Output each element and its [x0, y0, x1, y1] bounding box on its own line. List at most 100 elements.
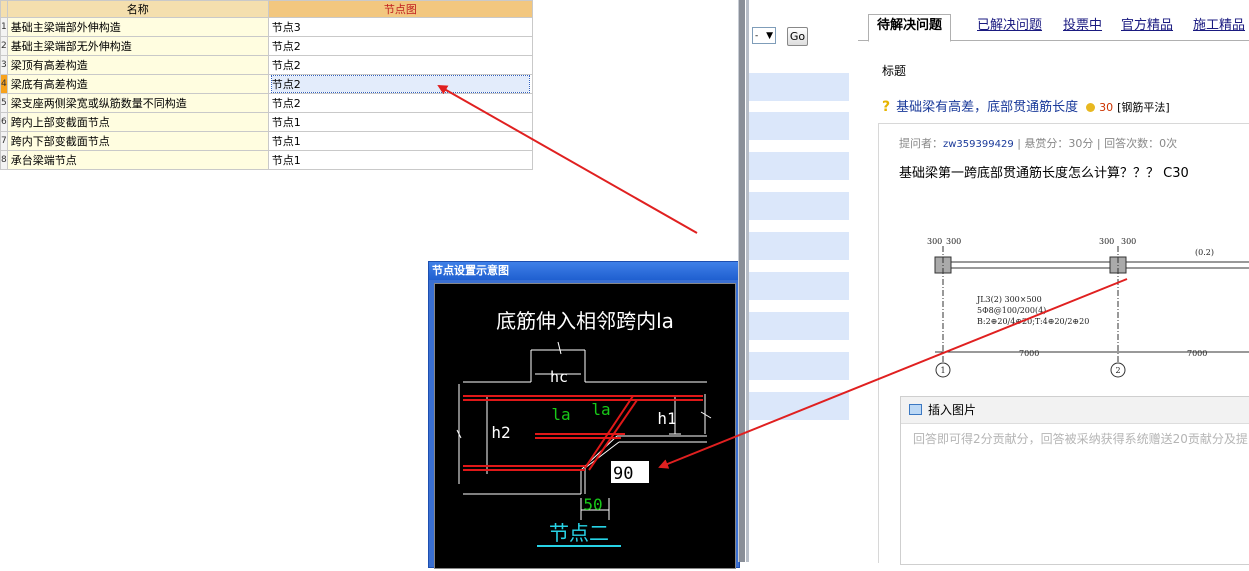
- dropdown-prefix: -: [755, 31, 759, 41]
- qa-panel: 待解决问题 已解决问题 投票中 官方精品 施工精品 标题 ? 基础梁有高差，底部贯…: [858, 0, 1249, 565]
- row-node-cell[interactable]: 节点1: [267, 150, 534, 170]
- question-mark-icon: ?: [882, 99, 891, 115]
- table-row[interactable]: 6 跨内上部变截面节点 节点1: [0, 112, 534, 132]
- angle-input-value[interactable]: 90: [613, 464, 633, 484]
- node-diagram-dialog: 节点设置示意图 底筋伸入相邻跨内la hc h2 h1 la la 50 90 …: [428, 261, 740, 569]
- list-item[interactable]: [749, 152, 849, 180]
- category-tag[interactable]: [钢筋平法]: [1117, 101, 1170, 114]
- answer-editor[interactable]: 插入图片 回答即可得2分贡献分，回答被采纳获得系统赠送20贡献分及提问: [900, 396, 1249, 565]
- chevron-down-icon[interactable]: ▼: [766, 31, 773, 41]
- row-number-header: [0, 0, 8, 18]
- table-header-row: 名称 节点图: [0, 0, 534, 18]
- tab-voting[interactable]: 投票中: [1063, 15, 1102, 39]
- row-name-cell: 梁顶有高差构造: [6, 55, 269, 75]
- reward-points: 30: [1099, 101, 1114, 114]
- beam-label: JL3(2) 300×500: [976, 295, 1042, 304]
- row-number: 1: [0, 17, 8, 37]
- page-select-dropdown[interactable]: - ▼: [752, 27, 776, 44]
- row-name-cell: 承台梁端节点: [6, 150, 269, 170]
- row-name-cell: 基础主梁端部外伸构造: [6, 17, 269, 37]
- coin-icon: [1086, 103, 1096, 112]
- list-item[interactable]: [749, 112, 849, 140]
- question-title-line: ? 基础梁有高差，底部贯通筋长度 30 [钢筋平法]: [882, 96, 1170, 115]
- row-number: 4: [0, 74, 8, 94]
- label-h2: h2: [491, 423, 510, 442]
- tab-solved[interactable]: 已解决问题: [977, 15, 1042, 39]
- dialog-title[interactable]: 节点设置示意图: [429, 262, 739, 280]
- insert-image-button[interactable]: 插入图片: [928, 403, 976, 417]
- question-body: 基础梁第一跨底部贯通筋长度怎么计算？？？ C30: [899, 166, 1189, 181]
- bars-label: B:2⊕20/4⊕20;T:4⊕20/2⊕20: [977, 317, 1089, 326]
- label-la-left: la: [551, 405, 570, 424]
- row-name-cell: 梁支座两侧梁宽或纵筋数量不同构造: [6, 93, 269, 113]
- row-node-value[interactable]: 节点2: [270, 75, 531, 93]
- dim-text: 300: [927, 237, 942, 246]
- row-name-cell: 基础主梁端部无外伸构造: [6, 36, 269, 56]
- beam-drawing-image: 300 300 300 300 (0.2) JL3(2) 300×500 5Φ8…: [927, 237, 1249, 378]
- list-item[interactable]: [749, 232, 849, 260]
- tab-construction-picks[interactable]: 施工精品: [1193, 15, 1245, 39]
- stirrup-label: 5Φ8@100/200(4): [977, 306, 1046, 315]
- label-dimension-50: 50: [583, 495, 602, 514]
- span-label: 7000: [1187, 349, 1207, 358]
- answer-textarea-placeholder[interactable]: 回答即可得2分贡献分，回答被采纳获得系统赠送20贡献分及提问: [901, 424, 1249, 453]
- node-diagram-svg: 底筋伸入相邻跨内la hc h2 h1 la la 50 90 节点二: [456, 309, 712, 547]
- column-header-name[interactable]: 名称: [6, 0, 269, 18]
- table-row[interactable]: 3 梁顶有高差构造 节点2: [0, 55, 534, 75]
- table-row[interactable]: 1 基础主梁端部外伸构造 节点3: [0, 17, 534, 37]
- column-header-node[interactable]: 节点图: [267, 0, 534, 18]
- list-item[interactable]: [749, 392, 849, 420]
- axis-label: 2: [1115, 366, 1120, 375]
- table-row-selected[interactable]: 4 梁底有高差构造 节点2: [0, 74, 534, 94]
- question-detail-box: 提问者：zw359399429 | 悬赏分：30分 | 回答次数：0次 基础梁第…: [878, 123, 1249, 565]
- label-la-right: la: [591, 400, 610, 419]
- dim-text: 300: [946, 237, 961, 246]
- node-settings-table: 名称 节点图 1 基础主梁端部外伸构造 节点3 2 基础主梁端部无外伸构造 节点…: [0, 0, 534, 170]
- question-meta: 提问者：zw359399429 | 悬赏分：30分 | 回答次数：0次: [899, 135, 1177, 151]
- table-row[interactable]: 8 承台梁端节点 节点1: [0, 150, 534, 170]
- table-row[interactable]: 7 跨内下部变截面节点 节点1: [0, 131, 534, 151]
- span-label: 7000: [1019, 349, 1039, 358]
- tab-official-picks[interactable]: 官方精品: [1121, 15, 1173, 39]
- row-number: 7: [0, 131, 8, 151]
- list-item[interactable]: [749, 272, 849, 300]
- label-hc: hc: [550, 368, 568, 386]
- diagram-heading: 底筋伸入相邻跨内la: [496, 309, 674, 333]
- axis-label: 1: [940, 366, 945, 375]
- row-number: 5: [0, 93, 8, 113]
- row-node-cell[interactable]: 节点2: [267, 55, 534, 75]
- asker-name[interactable]: zw359399429: [943, 139, 1014, 150]
- dim-text: 300: [1121, 237, 1136, 246]
- question-title-link[interactable]: 基础梁有高差，底部贯通筋长度: [896, 100, 1078, 115]
- row-node-cell[interactable]: 节点2: [267, 74, 534, 94]
- meta-separator: |: [1013, 137, 1025, 150]
- label-h1: h1: [657, 409, 676, 428]
- asker-label: 提问者：: [899, 137, 943, 150]
- row-node-cell[interactable]: 节点3: [267, 17, 534, 37]
- go-button[interactable]: Go: [787, 27, 808, 46]
- question-tabs: 待解决问题 已解决问题 投票中 官方精品 施工精品: [858, 12, 1249, 42]
- dim-text: 300: [1099, 237, 1114, 246]
- row-node-cell[interactable]: 节点2: [267, 36, 534, 56]
- list-item[interactable]: [749, 73, 849, 101]
- row-node-cell[interactable]: 节点2: [267, 93, 534, 113]
- tab-unsolved[interactable]: 待解决问题: [868, 14, 952, 42]
- list-item[interactable]: [749, 312, 849, 340]
- list-item[interactable]: [749, 352, 849, 380]
- image-icon[interactable]: [909, 404, 922, 415]
- table-row[interactable]: 5 梁支座两侧梁宽或纵筋数量不同构造 节点2: [0, 93, 534, 113]
- row-node-cell[interactable]: 节点1: [267, 131, 534, 151]
- answer-count: 回答次数：0次: [1104, 137, 1178, 150]
- dim-text: (0.2): [1195, 248, 1214, 257]
- table-row[interactable]: 2 基础主梁端部无外伸构造 节点2: [0, 36, 534, 56]
- list-item[interactable]: [749, 192, 849, 220]
- row-name-cell: 跨内下部变截面节点: [6, 131, 269, 151]
- row-name-cell: 梁底有高差构造: [6, 74, 269, 94]
- window-splitter[interactable]: [738, 0, 745, 562]
- title-label: 标题: [882, 64, 907, 78]
- row-node-cell[interactable]: 节点1: [267, 112, 534, 132]
- row-name-cell: 跨内上部变截面节点: [6, 112, 269, 132]
- drawing-annotations: 300 300 300 300 (0.2) JL3(2) 300×500 5Φ8…: [927, 237, 1214, 375]
- row-number: 8: [0, 150, 8, 170]
- row-number: 3: [0, 55, 8, 75]
